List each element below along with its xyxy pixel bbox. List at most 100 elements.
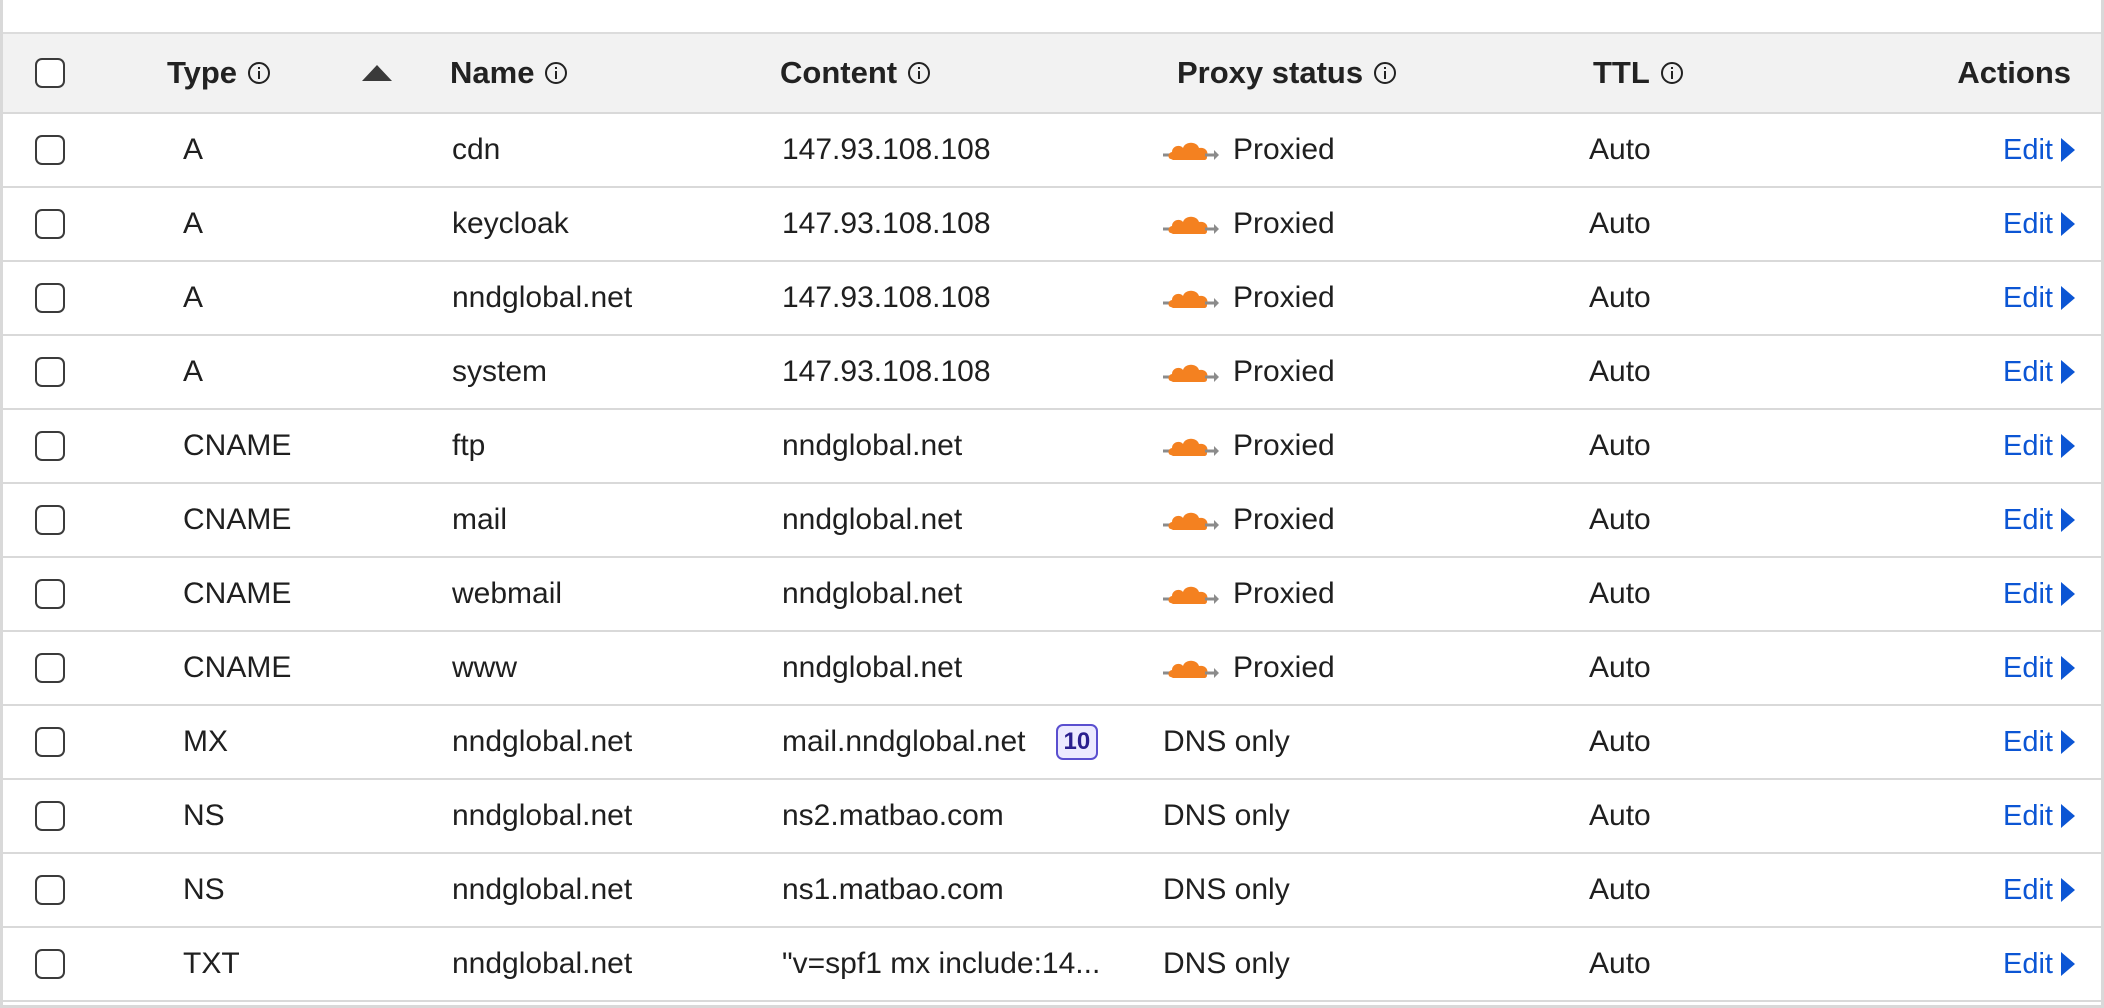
edit-action-cell: Edit xyxy=(2003,262,2075,334)
record-name: keycloak xyxy=(452,207,569,240)
edit-record-label: Edit xyxy=(2003,355,2053,388)
record-content-cell: 147.93.108.108 xyxy=(782,188,991,260)
record-name: mail xyxy=(452,503,508,536)
select-all-checkbox[interactable] xyxy=(35,58,65,88)
edit-record-button[interactable]: Edit xyxy=(2003,282,2075,315)
edit-record-label: Edit xyxy=(2003,799,2053,832)
caret-right-icon xyxy=(2061,138,2075,162)
edit-action-cell: Edit xyxy=(2003,706,2075,778)
record-proxy-status-label: DNS only xyxy=(1163,947,1290,980)
edit-record-label: Edit xyxy=(2003,207,2053,240)
edit-record-button[interactable]: Edit xyxy=(2003,800,2075,833)
record-name: system xyxy=(452,355,548,388)
caret-right-icon xyxy=(2061,582,2075,606)
record-content-cell: nndglobal.net xyxy=(782,410,962,482)
edit-record-button[interactable]: Edit xyxy=(2003,578,2075,611)
table-row: A cdn 147.93.108.108 Proxied Auto Edit xyxy=(3,114,2101,188)
row-checkbox[interactable] xyxy=(35,653,65,683)
edit-record-button[interactable]: Edit xyxy=(2003,874,2075,907)
record-content: nndglobal.net xyxy=(782,429,963,462)
record-proxy-status-label: Proxied xyxy=(1233,207,1335,240)
edit-record-button[interactable]: Edit xyxy=(2003,652,2075,685)
edit-action-cell: Edit xyxy=(2003,188,2075,260)
row-checkbox[interactable] xyxy=(35,283,65,313)
record-type: CNAME xyxy=(183,651,292,684)
record-proxy-status: DNS only xyxy=(1163,780,1290,852)
edit-action-cell: Edit xyxy=(2003,780,2075,852)
edit-action-cell: Edit xyxy=(2003,114,2075,186)
edit-record-label: Edit xyxy=(2003,133,2053,166)
record-ttl: Auto xyxy=(1589,503,1651,536)
table-row: A keycloak 147.93.108.108 Proxied Auto E… xyxy=(3,188,2101,262)
record-proxy-status: Proxied xyxy=(1163,410,1335,482)
info-icon[interactable] xyxy=(907,61,931,85)
row-select-cell xyxy=(35,632,65,704)
record-type: MX xyxy=(183,725,228,758)
info-icon[interactable] xyxy=(1660,61,1684,85)
column-header-type[interactable]: Type xyxy=(167,34,271,112)
caret-right-icon xyxy=(2061,952,2075,976)
proxied-cloud-icon xyxy=(1163,431,1219,461)
row-checkbox[interactable] xyxy=(35,357,65,387)
record-type: A xyxy=(183,133,204,166)
row-checkbox[interactable] xyxy=(35,727,65,757)
proxied-cloud-icon xyxy=(1163,283,1219,313)
edit-record-button[interactable]: Edit xyxy=(2003,134,2075,167)
caret-right-icon xyxy=(2061,508,2075,532)
row-checkbox[interactable] xyxy=(35,801,65,831)
record-type: CNAME xyxy=(183,503,292,536)
column-header-name[interactable]: Name xyxy=(450,34,568,112)
column-header-proxy-status-label: Proxy status xyxy=(1177,55,1364,90)
caret-right-icon xyxy=(2061,878,2075,902)
row-checkbox[interactable] xyxy=(35,135,65,165)
row-checkbox[interactable] xyxy=(35,875,65,905)
column-header-actions: Actions xyxy=(1957,34,2071,112)
row-checkbox[interactable] xyxy=(35,949,65,979)
column-header-actions-label: Actions xyxy=(1957,55,2071,90)
info-icon[interactable] xyxy=(544,61,568,85)
table-row: CNAME www nndglobal.net Proxied Auto Edi… xyxy=(3,632,2101,706)
row-select-cell xyxy=(35,484,65,556)
table-body: A cdn 147.93.108.108 Proxied Auto Edit A… xyxy=(3,114,2101,1002)
sort-ascending-icon[interactable] xyxy=(362,34,392,112)
record-proxy-status: DNS only xyxy=(1163,928,1290,1000)
record-ttl: Auto xyxy=(1589,281,1651,314)
info-icon[interactable] xyxy=(1373,61,1397,85)
info-icon[interactable] xyxy=(247,61,271,85)
caret-right-icon xyxy=(2061,360,2075,384)
edit-record-button[interactable]: Edit xyxy=(2003,208,2075,241)
edit-record-button[interactable]: Edit xyxy=(2003,430,2075,463)
proxied-cloud-icon xyxy=(1163,135,1219,165)
edit-action-cell: Edit xyxy=(2003,336,2075,408)
column-header-content-label: Content xyxy=(780,55,898,90)
edit-record-label: Edit xyxy=(2003,873,2053,906)
record-content: 147.93.108.108 xyxy=(782,133,991,166)
record-proxy-status-label: DNS only xyxy=(1163,799,1290,832)
record-ttl: Auto xyxy=(1589,651,1651,684)
edit-record-button[interactable]: Edit xyxy=(2003,504,2075,537)
edit-record-button[interactable]: Edit xyxy=(2003,356,2075,389)
record-proxy-status: Proxied xyxy=(1163,558,1335,630)
record-proxy-status-label: Proxied xyxy=(1233,651,1335,684)
column-header-content[interactable]: Content xyxy=(780,34,931,112)
edit-action-cell: Edit xyxy=(2003,410,2075,482)
edit-record-button[interactable]: Edit xyxy=(2003,726,2075,759)
row-select-cell xyxy=(35,706,65,778)
column-header-proxy-status[interactable]: Proxy status xyxy=(1177,34,1397,112)
table-row: NS nndglobal.net ns2.matbao.com DNS only… xyxy=(3,780,2101,854)
column-header-ttl[interactable]: TTL xyxy=(1593,34,1684,112)
record-proxy-status: Proxied xyxy=(1163,262,1335,334)
row-select-cell xyxy=(35,262,65,334)
edit-record-button[interactable]: Edit xyxy=(2003,948,2075,981)
row-checkbox[interactable] xyxy=(35,431,65,461)
row-checkbox[interactable] xyxy=(35,505,65,535)
table-row: CNAME mail nndglobal.net Proxied Auto Ed… xyxy=(3,484,2101,558)
row-checkbox[interactable] xyxy=(35,579,65,609)
row-checkbox[interactable] xyxy=(35,209,65,239)
record-proxy-status: Proxied xyxy=(1163,336,1335,408)
record-ttl: Auto xyxy=(1589,947,1651,980)
record-proxy-status: Proxied xyxy=(1163,632,1335,704)
table-row: CNAME webmail nndglobal.net Proxied Auto… xyxy=(3,558,2101,632)
record-type: A xyxy=(183,355,204,388)
row-select-cell xyxy=(35,336,65,408)
